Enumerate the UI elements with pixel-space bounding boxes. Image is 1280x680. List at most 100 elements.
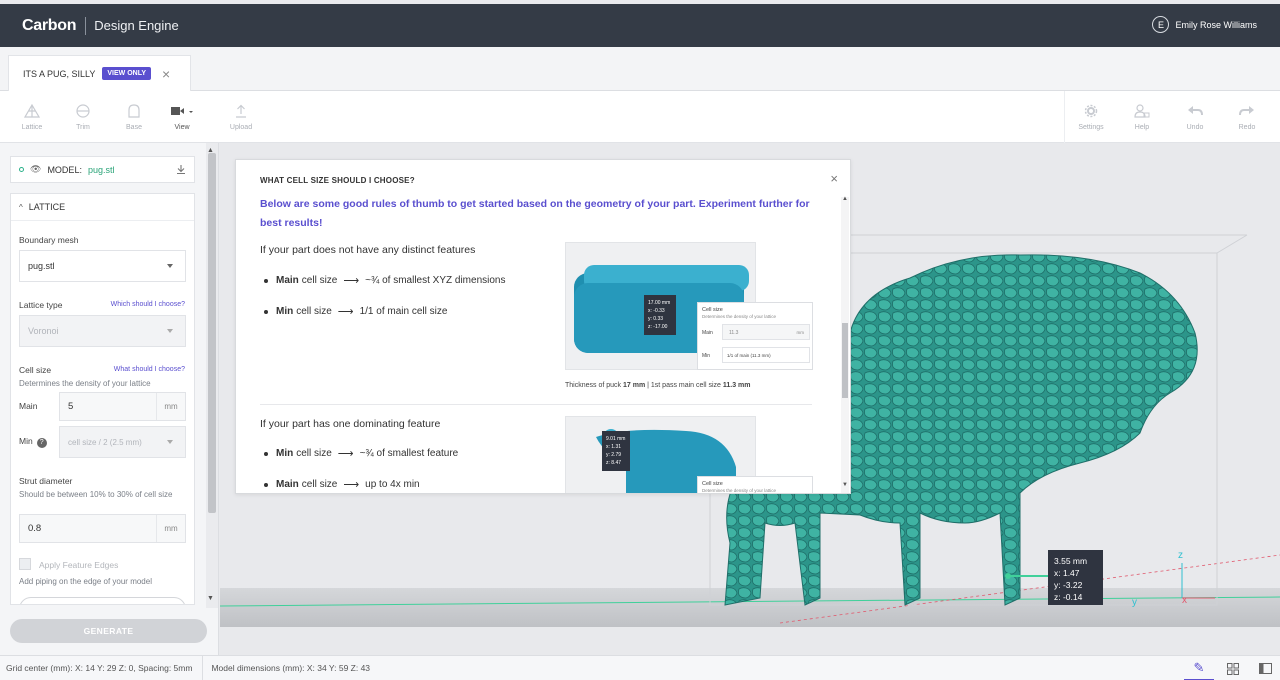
view-tool-button[interactable]: View [157, 91, 207, 143]
caption-cell-size: 11.3 mm [722, 382, 751, 389]
min-cell-size-select[interactable]: cell size / 2 (2.5 mm) [59, 426, 186, 458]
caption-thickness: 17 mm [622, 382, 646, 389]
upload-tool-button[interactable]: Upload [216, 91, 266, 143]
toolbar: Lattice Trim Base View Upload Settings H… [0, 91, 1280, 143]
brand-logo[interactable]: Carbon [22, 17, 77, 35]
redo-button[interactable]: Redo [1222, 91, 1272, 143]
lattice-tool-button[interactable]: Lattice [7, 91, 57, 143]
card-title: Cell size [702, 307, 723, 313]
card-title: Cell size [702, 481, 723, 487]
boundary-mesh-select[interactable]: pug.stl [19, 250, 186, 282]
user-menu[interactable]: E Emily Rose Williams [1152, 16, 1257, 33]
lattice-type-help-link[interactable]: Which should I choose? [111, 301, 185, 308]
cell-size-help-link[interactable]: What should I choose? [114, 366, 185, 373]
close-icon[interactable]: × [830, 171, 838, 186]
card-main-label: Main [702, 330, 713, 336]
coordinate-tooltip: 3.55 mm x: 1.47 y: -3.22 z: -0.14 [1048, 550, 1103, 605]
scroll-down-icon[interactable]: ▼ [842, 482, 848, 488]
modal-title: WHAT CELL SIZE SHOULD I CHOOSE? [260, 176, 415, 185]
bullet-icon [264, 309, 268, 314]
tab-close-icon[interactable]: × [162, 66, 170, 82]
info-icon[interactable]: ? [36, 438, 47, 448]
rule2-min-bold: Min [276, 448, 294, 459]
model-row[interactable]: 👁 MODEL: pug.stl [10, 156, 195, 183]
eye-icon[interactable]: 👁 [30, 164, 41, 175]
rule2-min-text: cell size [296, 448, 332, 459]
feature-tip-line: x: 1.31 [606, 444, 622, 450]
settings-label: Settings [1078, 123, 1104, 131]
main-cell-size-input[interactable]: 5 mm [59, 392, 186, 421]
help-button[interactable]: Help [1117, 91, 1167, 143]
scroll-down-icon[interactable]: ▼ [207, 595, 214, 602]
lattice-icon [23, 103, 41, 118]
chevron-down-icon [167, 264, 173, 268]
view-tool-label: View [174, 123, 190, 131]
lattice-type-select[interactable]: Voronoi [19, 315, 186, 347]
scroll-up-icon[interactable]: ▲ [842, 196, 848, 202]
upload-icon [234, 104, 248, 118]
puck-cell-size-card: Cell size Determines the density of your… [697, 302, 813, 370]
card-main-value: 11.3 [729, 330, 739, 336]
tooltip-distance: 3.55 mm [1054, 556, 1088, 566]
file-tab-name: ITS A PUG, SILLY [23, 68, 96, 79]
rule1-main-bold: Main [276, 275, 299, 286]
min-cell-size-label: Min? [19, 436, 47, 448]
strut-diameter-description: Should be between 10% to 30% of cell siz… [19, 490, 173, 499]
generate-button[interactable]: GENERATE [10, 619, 207, 643]
redo-icon [1239, 104, 1255, 118]
settings-button[interactable]: Settings [1066, 91, 1116, 143]
lattice-section-title: LATTICE [28, 202, 66, 212]
rule2-heading: If your part has one dominating feature [260, 418, 441, 430]
feature-tip-line: y: 2.79 [606, 452, 622, 458]
cell-size-label: Cell size [19, 365, 52, 375]
lattice-section-header[interactable]: ^ LATTICE [11, 194, 194, 221]
y-axis-label: y [1132, 597, 1137, 608]
redo-label: Redo [1238, 123, 1256, 131]
modal-scroll-thumb[interactable] [842, 323, 848, 398]
card-description: Determines the density of your lattice [702, 488, 777, 493]
undo-label: Undo [1186, 123, 1204, 131]
card-main-input: 11.3 mm [722, 324, 810, 340]
rule1-min-bold: Min [276, 306, 294, 317]
grid-view-icon[interactable] [1218, 656, 1248, 680]
avatar[interactable]: E [1152, 16, 1170, 33]
video-camera-icon [170, 104, 194, 118]
user-name[interactable]: Emily Rose Williams [1175, 20, 1257, 30]
base-tool-button[interactable]: Base [109, 91, 159, 143]
strut-diameter-input[interactable]: 0.8 mm [19, 514, 186, 543]
lattice-tool-label: Lattice [21, 123, 43, 131]
main-cell-size-value: 5 [68, 401, 74, 412]
card-min-label: Min [702, 353, 711, 359]
pencil-icon[interactable]: ✎ [1184, 656, 1214, 680]
trim-tool-label: Trim [76, 123, 90, 131]
arrow-right-icon: ⟶ [343, 275, 360, 287]
split-view-icon[interactable] [1250, 656, 1280, 680]
feature-tip-line: z: 8.47 [606, 460, 622, 466]
download-icon[interactable] [176, 164, 186, 177]
chevron-down-icon [167, 440, 173, 444]
apply-feature-edges-checkbox[interactable] [19, 558, 31, 570]
main-cell-size-unit: mm [156, 393, 185, 420]
rule1-min-value: 1/1 of main cell size [359, 306, 448, 317]
modal-divider [260, 404, 812, 405]
card-description: Determines the density of your lattice [702, 314, 777, 319]
rule2-min-value: ~¾ of smallest feature [359, 448, 459, 459]
left-panel-scroll-thumb[interactable] [208, 153, 216, 513]
feature-tip-line: 9.01 mm [606, 436, 626, 442]
rule2-min-line: Min cell size ⟶ ~¾ of smallest feature [264, 447, 458, 460]
toolbar-divider [1064, 91, 1065, 143]
rule2-main-line: Main cell size ⟶ up to 4x min [264, 478, 420, 491]
validate-mesh-button[interactable]: VALIDATE MESH [19, 597, 186, 604]
trim-tool-button[interactable]: Trim [58, 91, 108, 143]
lattice-type-label: Lattice type [19, 300, 63, 310]
file-tab[interactable]: ITS A PUG, SILLY VIEW ONLY × [8, 55, 191, 91]
brand-divider [85, 16, 87, 35]
rule2-main-text: cell size [301, 479, 338, 490]
card-main-unit: mm [796, 330, 805, 335]
undo-button[interactable]: Undo [1170, 91, 1220, 143]
puck-tip-line: 17.00 mm [648, 300, 671, 306]
model-status-icon [19, 167, 24, 172]
scroll-up-icon[interactable]: ▲ [207, 147, 214, 154]
feature-measure-tooltip: 9.01 mm x: 1.31 y: 2.79 z: 8.47 [602, 431, 630, 471]
strut-diameter-label: Strut diameter [19, 476, 73, 486]
